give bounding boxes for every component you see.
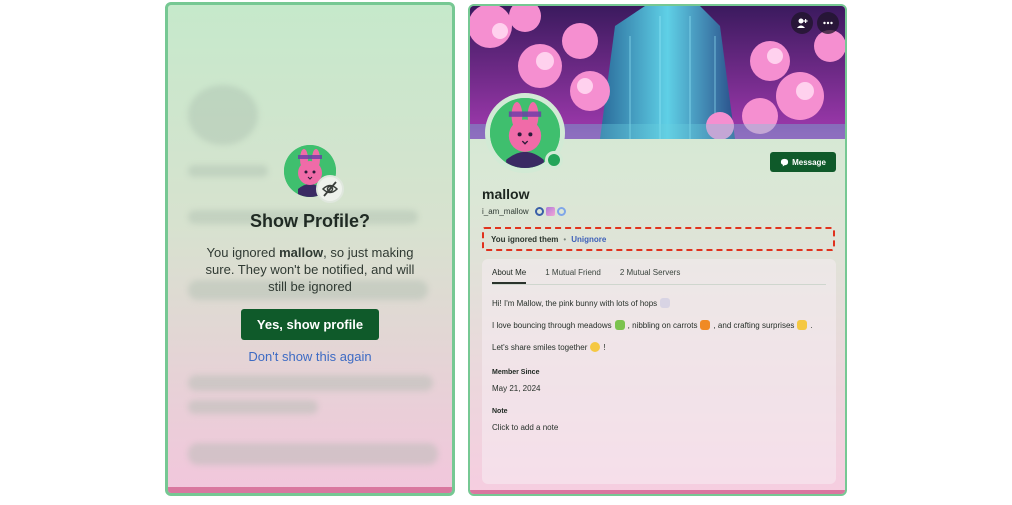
profile-avatar-container[interactable] <box>485 93 565 173</box>
profile-username[interactable]: i_am_mallow <box>482 207 529 216</box>
sparkles-emoji-icon <box>797 320 808 330</box>
show-profile-dialog: Show Profile? You ignored mallow, so jus… <box>168 145 452 364</box>
bio-text: . <box>810 320 813 330</box>
dont-show-again-link[interactable]: Don't show this again <box>168 349 452 364</box>
chat-bubble-icon <box>780 158 789 167</box>
badge-icon[interactable] <box>556 207 566 216</box>
blurred-line <box>188 400 318 414</box>
smile-emoji-icon <box>590 342 601 352</box>
badge-icon[interactable] <box>534 207 544 216</box>
profile-badges <box>534 207 566 216</box>
tab-divider <box>492 284 826 285</box>
add-friend-icon[interactable] <box>791 12 813 34</box>
blurred-line <box>188 443 438 465</box>
blurred-avatar <box>188 85 258 145</box>
blurred-line <box>188 375 433 391</box>
note-input[interactable]: Click to add a note <box>492 423 558 432</box>
bio-line: I love bouncing through meadows , nibblin… <box>492 319 813 331</box>
avatar-container <box>284 145 344 203</box>
body-prefix: You ignored <box>206 245 280 260</box>
carrot-emoji-icon <box>700 320 711 330</box>
message-button[interactable]: Message <box>770 152 836 172</box>
separator-dot: • <box>563 234 567 244</box>
bio-text: I love bouncing through meadows <box>492 320 612 330</box>
bio-text: , and crafting surprises <box>713 320 795 330</box>
ignored-notice: You ignored them • Unignore <box>482 227 835 251</box>
dialog-body: You ignored mallow, so just making sure.… <box>203 244 418 295</box>
more-icon[interactable] <box>817 12 839 34</box>
profile-display-name: mallow <box>482 186 530 202</box>
bio-text: , nibbling on carrots <box>627 320 698 330</box>
ignored-username: mallow <box>279 245 324 260</box>
bio-text: ! <box>603 342 606 352</box>
member-since-value: May 21, 2024 <box>492 384 541 393</box>
profile-tabs: About Me 1 Mutual Friend 2 Mutual Server… <box>492 268 680 284</box>
badge-icon[interactable] <box>545 207 555 216</box>
show-profile-button[interactable]: Yes, show profile <box>240 309 380 340</box>
herb-emoji-icon <box>614 320 625 330</box>
username-row: i_am_mallow <box>482 207 566 216</box>
eye-slash-icon <box>316 175 344 203</box>
note-label: Note <box>492 408 508 415</box>
profile-details-card: About Me 1 Mutual Friend 2 Mutual Server… <box>482 259 836 484</box>
ignored-profile-overlay: Show Profile? You ignored mallow, so jus… <box>165 2 455 496</box>
tab-mutual-friends[interactable]: 1 Mutual Friend <box>545 268 601 284</box>
bio-line: Hi! I'm Mallow, the pink bunny with lots… <box>492 297 813 309</box>
member-since-label: Member Since <box>492 369 540 376</box>
tab-about-me[interactable]: About Me <box>492 268 527 284</box>
unignore-link[interactable]: Unignore <box>571 235 606 244</box>
ignored-text: You ignored them <box>491 234 559 244</box>
bio-text: Let's share smiles together <box>492 342 588 352</box>
online-status-indicator <box>545 151 563 169</box>
bio-line: Let's share smiles together! <box>492 341 813 353</box>
message-button-label: Message <box>792 157 826 167</box>
about-me-bio: Hi! I'm Mallow, the pink bunny with lots… <box>492 297 813 363</box>
tab-mutual-servers[interactable]: 2 Mutual Servers <box>620 268 680 284</box>
bunny-emoji-icon <box>660 298 671 308</box>
bio-text: Hi! I'm Mallow, the pink bunny with lots… <box>492 298 658 308</box>
user-profile-panel: Message mallow i_am_mallow You ignored t… <box>468 4 847 496</box>
dialog-title: Show Profile? <box>249 211 370 231</box>
